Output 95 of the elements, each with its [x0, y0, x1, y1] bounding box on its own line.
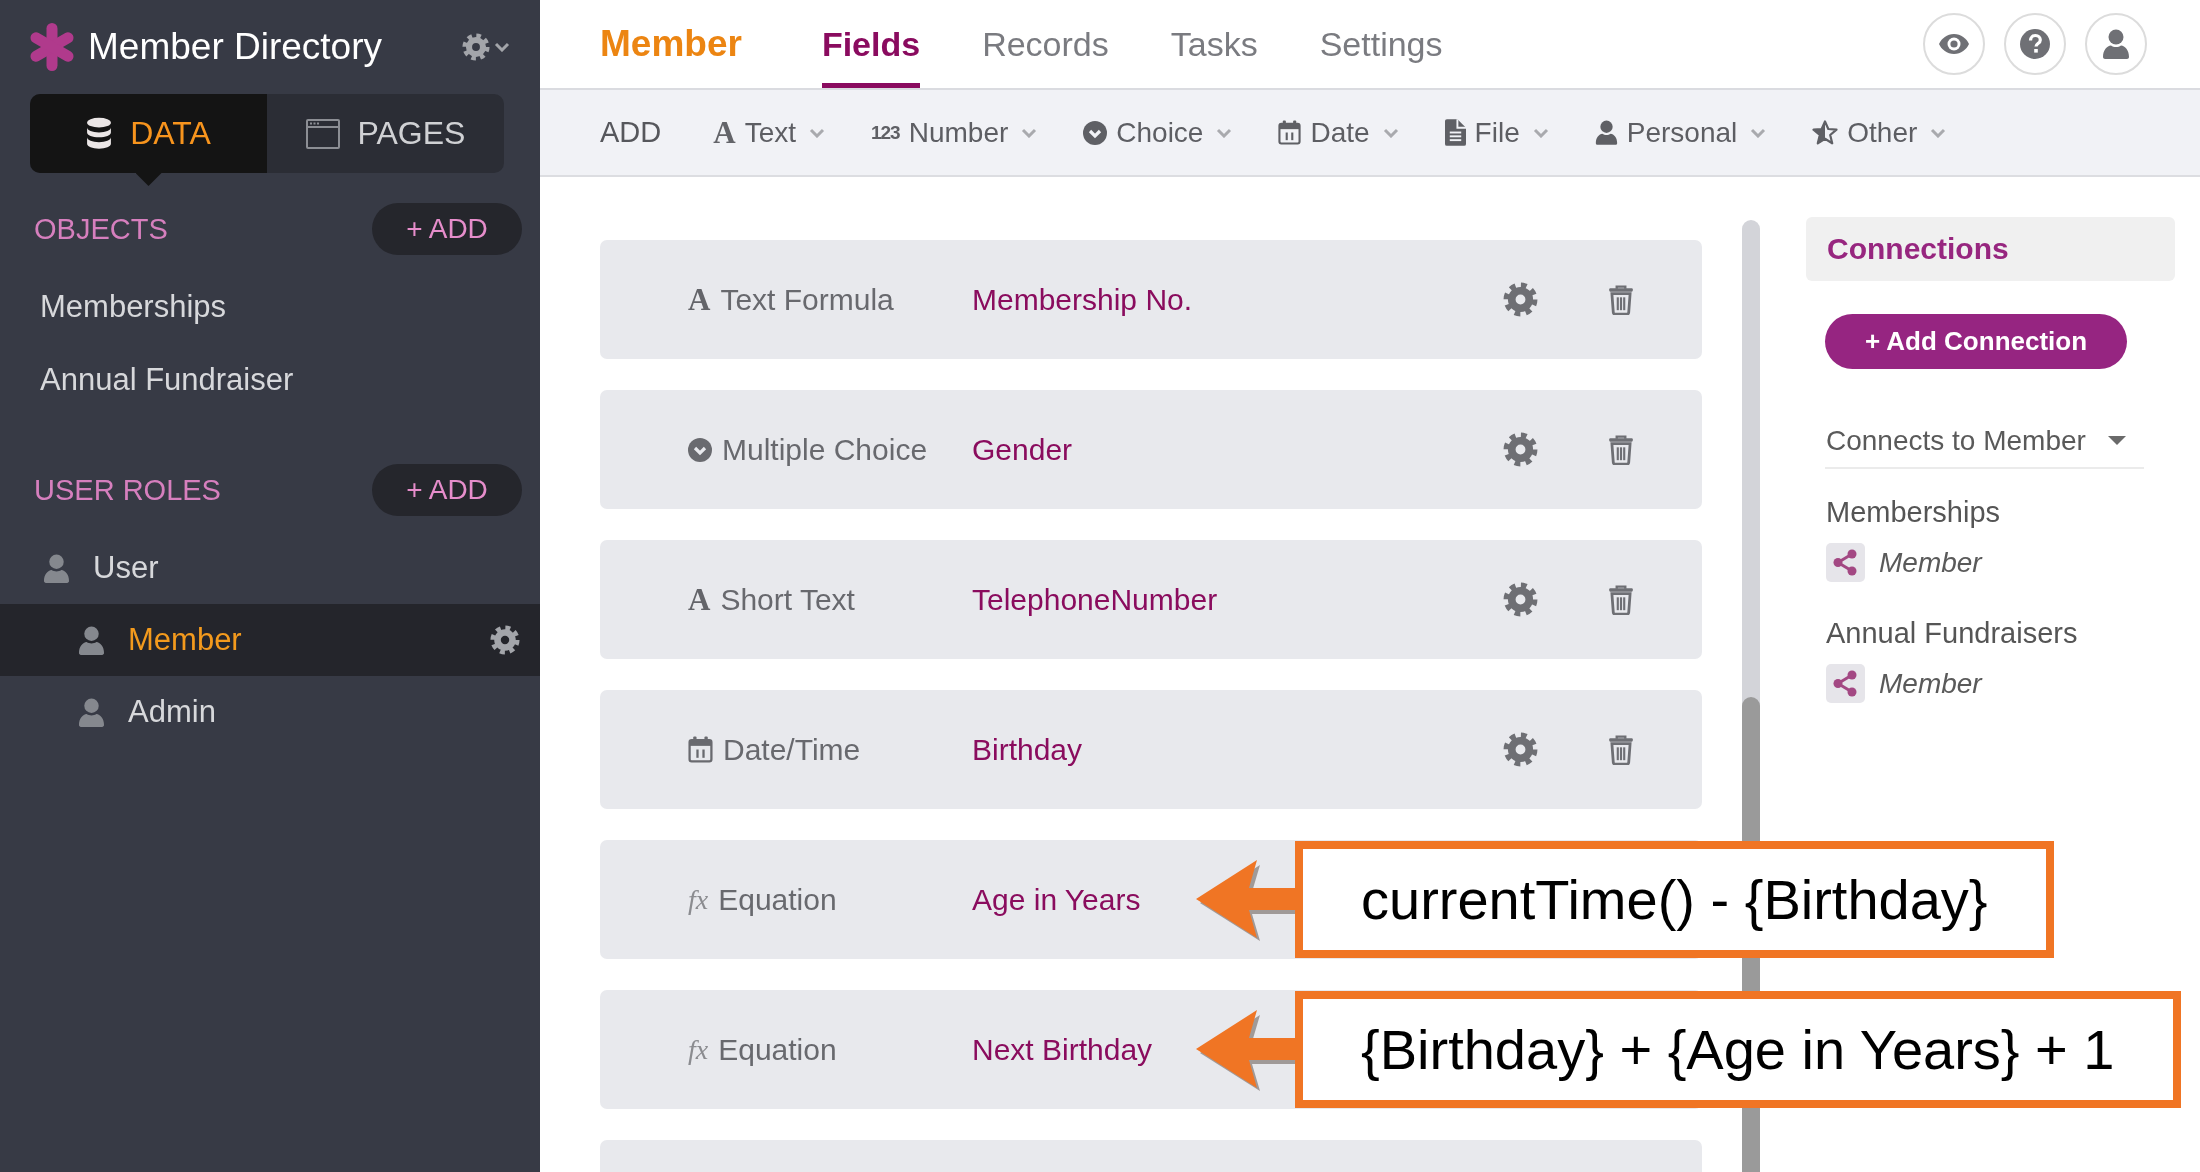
object-title: Member: [600, 23, 742, 65]
check-circle-icon: [1083, 120, 1108, 145]
group-title: Memberships: [1826, 496, 2001, 529]
field-type: Multiple Choice: [722, 432, 928, 467]
settings-icon[interactable]: [490, 625, 520, 655]
field-row[interactable]: Multiple Choice Gender: [600, 390, 1702, 509]
calendar-icon: [1278, 120, 1302, 145]
share-icon: [1826, 543, 1865, 582]
person-icon: [78, 697, 105, 727]
field-type: Equation: [718, 882, 837, 917]
star-icon: [1812, 120, 1839, 145]
settings-icon[interactable]: [1503, 432, 1538, 467]
sidebar-item[interactable]: Memberships: [0, 270, 540, 343]
field-name: Age in Years: [972, 882, 1141, 917]
app-title: Member Directory: [88, 26, 382, 68]
user-icon: [2102, 29, 2130, 59]
tab[interactable]: Records: [982, 0, 1109, 88]
caret-down-icon: [2108, 436, 2126, 446]
field-name: Birthday: [972, 732, 1083, 767]
add-button[interactable]: + ADD: [372, 203, 522, 255]
settings-icon[interactable]: [1503, 732, 1538, 767]
add-button[interactable]: + ADD: [372, 464, 522, 516]
chevron-down-icon: [494, 42, 510, 52]
field-name: Next Birthday: [972, 1032, 1153, 1067]
chevron-down-icon: [809, 127, 825, 138]
add-field-menu[interactable]: Personal: [1594, 116, 1767, 149]
share-icon: [1826, 664, 1865, 703]
type-icon: fx: [688, 1035, 709, 1064]
chevron-down-icon: [1930, 127, 1947, 138]
connection-link[interactable]: Member: [1879, 546, 1982, 579]
field-row[interactable]: Date/Time Birthday: [600, 690, 1702, 809]
trash-icon[interactable]: [1608, 584, 1634, 615]
type-icon: A: [688, 284, 711, 315]
add-connection-button[interactable]: + Add Connection: [1825, 314, 2127, 369]
browser-window-icon: [305, 118, 340, 149]
tab[interactable]: Settings: [1319, 0, 1443, 88]
sidebar-item[interactable]: User: [0, 532, 540, 604]
panel-header: Connections: [1806, 217, 2175, 281]
connection-link[interactable]: Member: [1879, 667, 1982, 700]
sidebar-item[interactable]: Annual Fundraiser: [0, 343, 540, 416]
add-field-menu[interactable]: 123 Number: [871, 116, 1038, 149]
calendar-icon: [688, 736, 713, 763]
check-circle-icon: [688, 437, 712, 462]
person-icon: [43, 553, 70, 583]
chevron-down-icon: [1021, 127, 1038, 138]
chevron-down-icon: [1382, 127, 1399, 138]
database-icon: [86, 117, 113, 150]
field-type: Text Formula: [720, 282, 894, 317]
chevron-down-icon: [1532, 127, 1549, 138]
section-heading: USER ROLES: [34, 473, 221, 507]
add-field-menu[interactable]: Date: [1278, 116, 1399, 149]
field-type: Date/Time: [723, 732, 861, 767]
field-row[interactable]: A Text Formula Membership No.: [600, 240, 1702, 359]
file-icon: [1444, 119, 1466, 146]
settings-icon: [462, 33, 490, 61]
type-icon: 123: [871, 123, 900, 142]
settings-icon[interactable]: [1503, 282, 1538, 317]
type-icon: A: [688, 584, 711, 615]
chevron-down-icon: [1216, 127, 1233, 138]
type-icon: A: [713, 117, 736, 148]
type-icon: fx: [688, 885, 709, 914]
trash-icon[interactable]: [1608, 434, 1634, 465]
toolbar-label: ADD: [600, 116, 662, 149]
sidebar-item[interactable]: Admin: [0, 676, 540, 748]
eye-icon: [1938, 33, 1970, 55]
tab[interactable]: Tasks: [1170, 0, 1258, 88]
sidebar-item[interactable]: Member: [0, 604, 540, 676]
field-name: Membership No.: [972, 282, 1193, 317]
formula-callout: currentTime() - {Birthday}: [1295, 841, 2054, 958]
add-field-menu[interactable]: Choice: [1083, 116, 1233, 149]
trash-icon[interactable]: [1608, 734, 1634, 765]
field-name: TelephoneNumber: [972, 582, 1218, 617]
add-field-menu[interactable]: File: [1444, 116, 1549, 149]
field-type: Equation: [718, 1032, 837, 1067]
person-icon: [1594, 120, 1618, 145]
settings-icon[interactable]: [1503, 582, 1538, 617]
help-button[interactable]: [2004, 13, 2066, 75]
filter-dropdown[interactable]: Connects to Member: [1825, 425, 2144, 469]
group-title: Annual Fundraisers: [1826, 617, 2078, 650]
formula-callout: {Birthday} + {Age in Years} + 1: [1295, 991, 2181, 1108]
add-field-menu[interactable]: A Text: [713, 116, 825, 149]
add-field-menu[interactable]: Other: [1812, 116, 1947, 149]
chevron-down-icon: [1750, 127, 1767, 138]
asterisk-logo-icon: [28, 23, 76, 71]
field-name: Gender: [972, 432, 1073, 467]
person-icon: [78, 625, 105, 655]
trash-icon[interactable]: [1608, 284, 1634, 315]
field-row[interactable]: A Short Text TelephoneNumber: [600, 540, 1702, 659]
sidebar-tab[interactable]: PAGES: [267, 94, 504, 173]
preview-button[interactable]: [1923, 13, 1985, 75]
account-button[interactable]: [2085, 13, 2147, 75]
help-icon: [2020, 29, 2050, 59]
field-type: Short Text: [720, 582, 855, 617]
section-heading: OBJECTS: [34, 212, 168, 246]
settings-button[interactable]: [462, 33, 510, 61]
